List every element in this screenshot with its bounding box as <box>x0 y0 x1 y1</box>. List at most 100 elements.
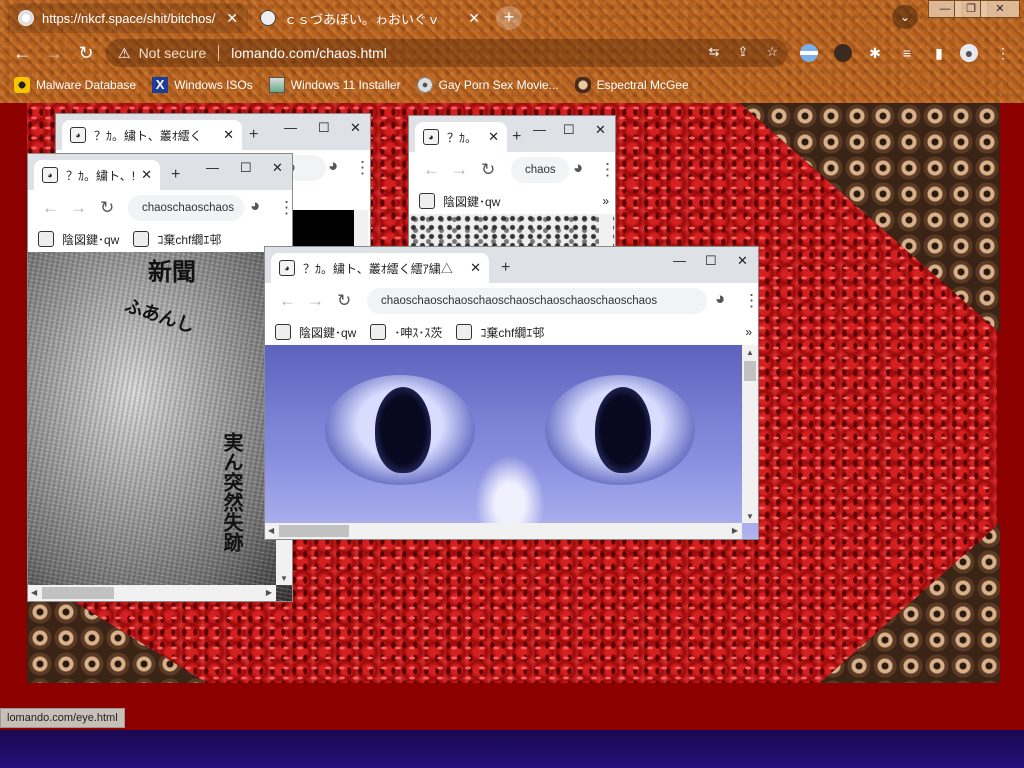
address-bar[interactable]: ⚠ Not secure lomando.com/chaos.html ⇆ ⇪ … <box>106 39 788 67</box>
menu-icon[interactable]: ⋮ <box>354 158 370 178</box>
scroll-right-icon[interactable]: ▶ <box>732 526 738 535</box>
panda-icon[interactable]: ◕ <box>250 196 260 216</box>
more-bookmarks-icon[interactable]: » <box>602 194 609 208</box>
maximize-button[interactable]: ☐ <box>318 120 330 136</box>
scroll-left-icon[interactable]: ◀ <box>268 526 274 535</box>
vertical-scrollbar[interactable]: ▲ ▼ <box>742 345 758 523</box>
minimize-button[interactable]: — <box>206 160 219 175</box>
minimize-button[interactable]: — <box>284 120 297 135</box>
tab-close-icon[interactable]: ✕ <box>468 10 480 27</box>
popup-window-left[interactable]: ◕ ？ｶ。繍ト、! ✕ + — ☐ ✕ ← → ↻ chaoschaoschao… <box>27 153 293 602</box>
close-button[interactable]: ✕ <box>595 122 606 138</box>
popup-window-front[interactable]: ◕ ？ｶ。繍ト、叢ｵ繧く繧ｱ繍△ ✕ + — ☐ ✕ ← → ↻ chaosch… <box>264 246 759 540</box>
reload-button[interactable]: ↻ <box>481 160 495 180</box>
tab-search-button[interactable]: ⌄ <box>892 5 918 29</box>
bookmark[interactable]: 陰図鍵･qw <box>38 231 119 248</box>
new-tab-button[interactable]: + <box>512 128 521 146</box>
scroll-down-icon[interactable]: ▼ <box>746 512 754 521</box>
side-panel-icon[interactable]: ▮ <box>930 44 948 62</box>
tab-active[interactable]: https://nkcf.space/shit/bitchos/ ✕ <box>8 3 248 33</box>
bookmark[interactable]: ｺ棄chf繝ｴ邨 <box>133 231 221 248</box>
scroll-thumb[interactable] <box>744 361 756 381</box>
bookmark[interactable]: Gay Porn Sex Movie... <box>416 77 559 93</box>
minimize-button[interactable]: — <box>533 122 546 137</box>
menu-icon[interactable]: ⋮ <box>599 160 615 180</box>
menu-icon[interactable]: ⋮ <box>994 44 1012 62</box>
panda-icon[interactable]: ◕ <box>715 289 725 309</box>
new-tab-button[interactable]: + <box>249 126 258 144</box>
reading-list-icon[interactable]: ≡ <box>898 44 916 62</box>
maximize-button[interactable]: ☐ <box>563 122 575 138</box>
back-button[interactable]: ← <box>423 160 440 180</box>
forward-button[interactable]: → <box>451 160 468 180</box>
more-bookmarks-icon[interactable]: » <box>745 325 752 339</box>
horizontal-scrollbar[interactable]: ◀ ▶ <box>28 585 276 601</box>
back-button[interactable]: ← <box>10 41 34 65</box>
new-tab-button[interactable]: + <box>496 6 522 30</box>
scroll-left-icon[interactable]: ◀ <box>31 588 37 597</box>
popup-address[interactable]: chaoschaoschaos <box>128 195 244 221</box>
back-button[interactable]: ← <box>279 291 296 311</box>
popup-tab[interactable]: ◕ ？ｶ。繍ト、! ✕ <box>34 160 160 190</box>
tab-close-icon[interactable]: ✕ <box>226 10 238 27</box>
translate-icon[interactable]: ⇆ <box>709 44 720 60</box>
panda-icon[interactable]: ◕ <box>328 156 338 176</box>
reload-button[interactable]: ↻ <box>74 41 98 65</box>
scroll-down-icon[interactable]: ▼ <box>280 574 288 583</box>
popup-tab[interactable]: ◕ ？ｶ。繍ト、叢ｵ繧く繧ｱ繍△ ✕ <box>271 253 489 283</box>
bookmark[interactable]: Espectral McGee <box>574 77 689 93</box>
profile-icon[interactable]: ● <box>960 44 978 62</box>
menu-icon[interactable]: ⋮ <box>743 291 758 311</box>
tab-close-icon[interactable]: ✕ <box>141 167 152 183</box>
new-tab-button[interactable]: + <box>171 166 180 184</box>
disc-icon <box>416 77 433 93</box>
reload-button[interactable]: ↻ <box>337 291 351 311</box>
bookmark[interactable]: ･呻ｽ･ｽ茨 <box>370 324 442 341</box>
close-button[interactable]: ✕ <box>737 253 748 269</box>
url-text[interactable]: lomando.com/chaos.html <box>231 45 387 61</box>
reload-button[interactable]: ↻ <box>100 198 114 218</box>
popup-window-right[interactable]: ◕ ？ｶ。 ✕ + — ☐ ✕ ← → ↻ chaos ◕ ⋮ 陰図鍵･qw » <box>408 115 616 250</box>
scroll-up-icon[interactable]: ▲ <box>746 348 754 357</box>
star-icon[interactable]: ☆ <box>766 44 778 60</box>
popup-address[interactable]: chaoschaoschaoschaoschaoschaoschaoschaos… <box>367 288 707 314</box>
close-window-button[interactable]: ✕ <box>980 0 1020 18</box>
scroll-thumb[interactable] <box>279 525 349 537</box>
bookmark[interactable]: 陰図鍵･qw <box>275 324 356 341</box>
flag-extension-icon[interactable] <box>800 44 818 62</box>
maximize-button[interactable]: ☐ <box>705 253 717 269</box>
bookmark[interactable]: ｺ棄chf繝ｴ邨 <box>456 324 544 341</box>
forward-button[interactable]: → <box>307 291 324 311</box>
bookmark[interactable]: 陰図鍵･qw <box>419 193 500 210</box>
close-button[interactable]: ✕ <box>272 160 283 176</box>
avatar-extension-icon[interactable] <box>834 44 852 62</box>
minimize-button[interactable]: — <box>673 253 686 268</box>
scrollbar[interactable] <box>599 214 613 249</box>
bookmark[interactable]: X Windows ISOs <box>152 77 253 93</box>
tab-close-icon[interactable]: ✕ <box>223 127 234 143</box>
security-label[interactable]: Not secure <box>139 45 207 61</box>
tab-close-icon[interactable]: ✕ <box>488 129 499 145</box>
warning-icon[interactable]: ⚠ <box>118 45 131 62</box>
close-button[interactable]: ✕ <box>350 120 361 136</box>
panda-icon[interactable]: ◕ <box>573 158 583 178</box>
tab-close-icon[interactable]: ✕ <box>470 260 481 276</box>
maximize-button[interactable]: ☐ <box>240 160 252 176</box>
popup-address[interactable]: chaos <box>511 157 569 183</box>
popup-tab[interactable]: ◕ ？ｶ。繍ト、叢ｵ繧く ✕ <box>62 120 242 150</box>
popup-tab[interactable]: ◕ ？ｶ。 ✕ <box>415 122 507 152</box>
horizontal-scrollbar[interactable]: ◀ ▶ <box>265 523 742 539</box>
bookmark[interactable]: Malware Database <box>14 77 136 93</box>
bookmark[interactable]: Windows 11 Installer <box>268 77 401 93</box>
tab-title: https://nkcf.space/shit/bitchos/ <box>42 10 216 26</box>
menu-icon[interactable]: ⋮ <box>278 198 292 218</box>
forward-button[interactable]: → <box>42 41 66 65</box>
scroll-right-icon[interactable]: ▶ <box>266 588 272 597</box>
new-tab-button[interactable]: + <box>501 259 510 277</box>
tab-inactive[interactable]: ｃｓづあぼい。ゎおいぐｖ ✕ <box>250 3 490 33</box>
scroll-thumb[interactable] <box>42 587 114 599</box>
share-icon[interactable]: ⇪ <box>737 44 748 60</box>
back-button[interactable]: ← <box>42 198 59 218</box>
puzzle-icon[interactable]: ✱ <box>866 44 884 62</box>
forward-button[interactable]: → <box>70 198 87 218</box>
